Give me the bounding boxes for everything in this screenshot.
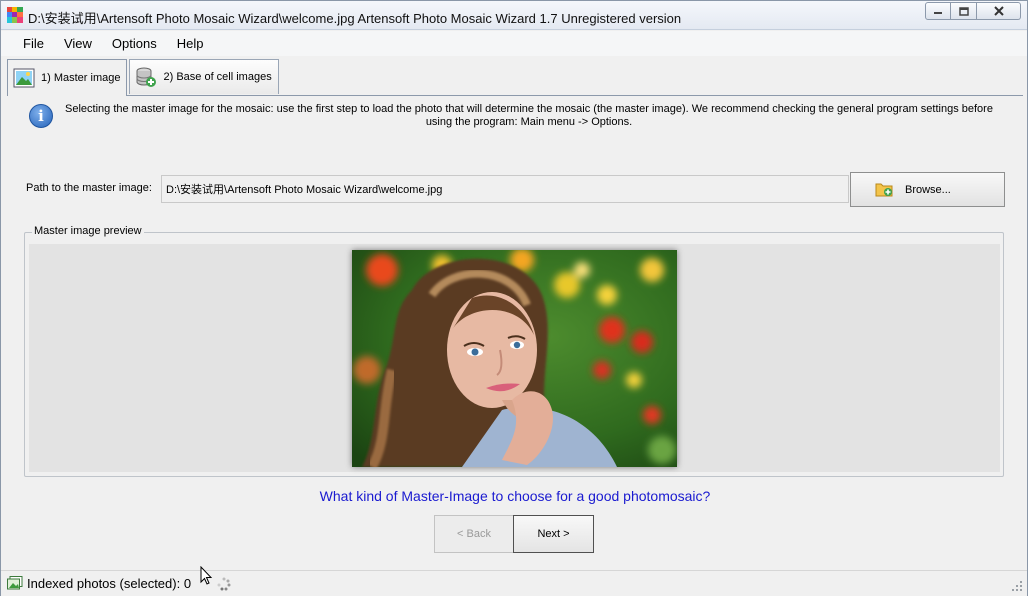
browse-button-label: Browse...	[905, 183, 951, 196]
minimize-icon	[934, 12, 942, 14]
next-button[interactable]: Next >	[513, 515, 594, 553]
app-window: D:\安装试用\Artensoft Photo Mosaic Wizard\we…	[0, 0, 1028, 596]
window-controls	[925, 2, 1021, 20]
master-image-path-field[interactable]	[161, 175, 849, 203]
info-description: Selecting the master image for the mosai…	[65, 103, 993, 128]
minimize-button[interactable]	[925, 2, 951, 20]
master-image-help-link[interactable]: What kind of Master-Image to choose for …	[1, 488, 1028, 504]
title-bar[interactable]: D:\安装试用\Artensoft Photo Mosaic Wizard\we…	[1, 1, 1027, 30]
app-icon	[7, 7, 23, 23]
menu-help[interactable]: Help	[167, 31, 214, 56]
status-bar: Indexed photos (selected): 0	[1, 570, 1027, 596]
back-button[interactable]: < Back	[434, 515, 514, 553]
maximize-icon	[958, 6, 969, 16]
tab-strip: 1) Master image 2) Base of cell images	[7, 59, 281, 96]
tab-cell-images-label: 2) Base of cell images	[163, 71, 272, 83]
tab-master-image[interactable]: 1) Master image	[7, 59, 128, 96]
browse-button[interactable]: Browse...	[850, 172, 1005, 207]
maximize-button[interactable]	[951, 2, 977, 20]
window-title: D:\安装试用\Artensoft Photo Mosaic Wizard\we…	[28, 11, 682, 26]
menu-view[interactable]: View	[54, 31, 102, 56]
tab-cell-images[interactable]: 2) Base of cell images	[129, 59, 279, 94]
folder-add-icon	[875, 183, 893, 197]
portrait-photo	[352, 250, 677, 467]
menu-options[interactable]: Options	[102, 31, 167, 56]
image-icon	[13, 68, 35, 88]
mouse-cursor-icon	[200, 566, 213, 585]
preview-legend: Master image preview	[32, 225, 144, 237]
loading-spinner-icon	[217, 577, 231, 591]
resize-grip-icon[interactable]	[1011, 580, 1023, 592]
indexed-photos-status: Indexed photos (selected): 0	[27, 576, 192, 591]
database-add-icon	[136, 67, 157, 87]
master-image-preview	[352, 250, 677, 467]
close-button[interactable]	[977, 2, 1021, 20]
close-icon	[993, 6, 1004, 16]
photos-icon	[7, 576, 23, 590]
info-icon: i	[29, 104, 53, 128]
tab-master-image-label: 1) Master image	[41, 72, 121, 84]
menu-file[interactable]: File	[13, 31, 54, 56]
menu-bar: File View Options Help	[1, 31, 1027, 56]
path-label: Path to the master image:	[26, 182, 152, 194]
